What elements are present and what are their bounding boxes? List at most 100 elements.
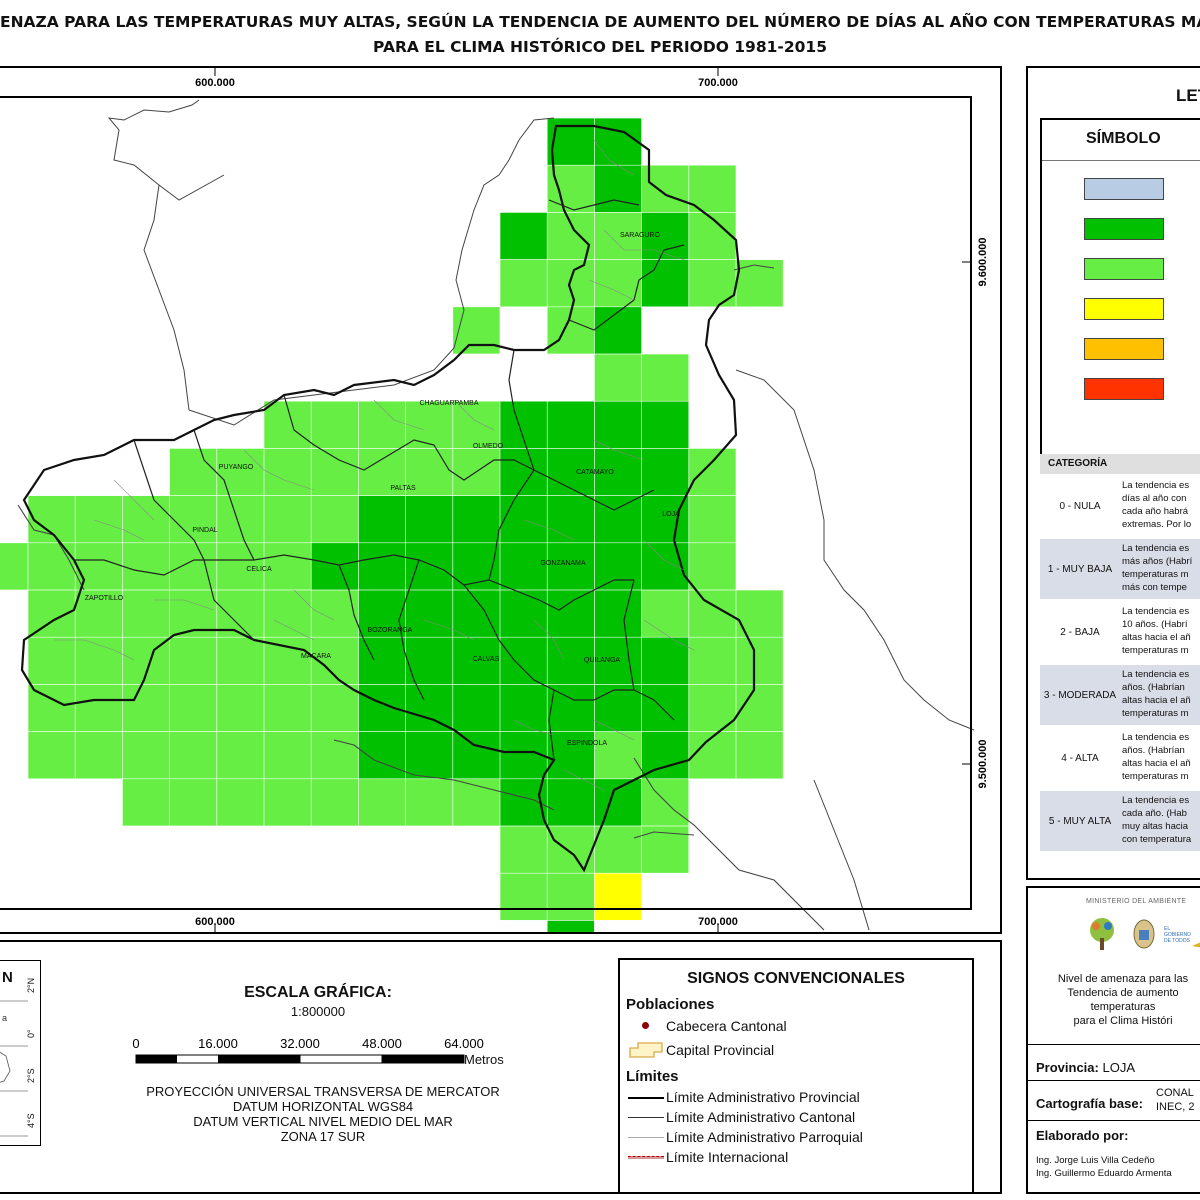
credits-description-line: Nivel de amenaza para las xyxy=(1057,973,1189,985)
hazard-cell xyxy=(736,731,784,779)
projection-info: PROYECCIÓN UNIVERSAL TRANSVERSA DE MERCA… xyxy=(98,1084,548,1144)
hazard-cell xyxy=(500,259,548,307)
category-description-line: más años (Habrí xyxy=(1122,556,1193,567)
hazard-cell xyxy=(547,920,595,968)
scale-unit: Metros xyxy=(464,1052,504,1067)
category-description-line: La tendencia es xyxy=(1122,606,1190,617)
hazard-cell xyxy=(75,637,123,685)
latitude-label: 4°S xyxy=(26,1113,36,1128)
credits-description-line: Tendencia de aumento xyxy=(1067,987,1179,999)
signs-limites: Límites xyxy=(626,1068,679,1085)
signs-cantonal: Límite Administrativo Cantonal xyxy=(666,1109,856,1125)
category-description-line: temperaturas m xyxy=(1122,771,1189,782)
hazard-cell xyxy=(547,731,595,779)
category-description-line: extremas. Por lo xyxy=(1122,519,1192,530)
ministry-name: MINISTERIO DEL AMBIENTE xyxy=(1086,898,1187,905)
title-line-2: PARA EL CLIMA HISTÓRICO DEL PERIODO 1981… xyxy=(373,38,827,56)
category-description-line: temperaturas m xyxy=(1122,645,1189,656)
scale-tick-label: 16.000 xyxy=(198,1036,238,1051)
hazard-cell xyxy=(736,637,784,685)
category-description-line: La tendencia es xyxy=(1122,480,1190,491)
hazard-cell xyxy=(264,590,312,638)
category-label: 5 - MUY ALTA xyxy=(1040,791,1120,851)
hazard-grid xyxy=(0,118,784,968)
hazard-cell xyxy=(641,590,689,638)
hazard-cell xyxy=(28,495,76,543)
hazard-cell xyxy=(641,259,689,307)
hazard-cell xyxy=(641,401,689,449)
map-panel: 600.000 600.000 700.000 700.000 9.600.000 9.5… xyxy=(0,66,1002,968)
legend-swatch xyxy=(1084,298,1164,320)
category-header: CATEGORÍA xyxy=(1040,454,1200,474)
category-label: 1 - MUY BAJA xyxy=(1040,539,1120,599)
hazard-cell xyxy=(547,826,595,874)
hazard-cell xyxy=(594,306,642,354)
hazard-cell xyxy=(500,401,548,449)
hazard-cell xyxy=(75,731,123,779)
hazard-cell xyxy=(311,590,359,638)
hazard-cell xyxy=(594,826,642,874)
place-label: MACARA xyxy=(301,653,331,660)
x-tick-label-bottom: 700.000 xyxy=(698,916,738,928)
hazard-cell xyxy=(358,731,406,779)
provincial-symbol xyxy=(628,1097,664,1099)
hazard-cell xyxy=(311,731,359,779)
legend-swatch xyxy=(1084,178,1164,200)
place-label: LOJA xyxy=(662,511,680,518)
hazard-cell xyxy=(122,495,170,543)
category-label: 0 - NULA xyxy=(1040,476,1120,536)
hazard-cell xyxy=(500,590,548,638)
hazard-cell xyxy=(216,495,264,543)
capital-symbol xyxy=(629,1042,663,1058)
x-tick-label-top: 600.000 xyxy=(195,77,235,89)
projection-line: DATUM HORIZONTAL WGS84 xyxy=(232,1099,414,1114)
projection-line: PROYECCIÓN UNIVERSAL TRANSVERSA DE MERCA… xyxy=(146,1084,500,1099)
hazard-cell xyxy=(688,637,736,685)
place-label: PALTAS xyxy=(390,485,416,492)
hazard-cell xyxy=(688,731,736,779)
cartografia-value: CONAL INEC, 2 xyxy=(1156,1086,1195,1114)
hazard-cell xyxy=(358,495,406,543)
hazard-cell xyxy=(500,495,548,543)
title-line-1: ENAZA PARA LAS TEMPERATURAS MUY ALTAS, S… xyxy=(0,13,1200,31)
legend-panel: LET SÍMBOLO CATEGORÍA0 - NULALa tendenci… xyxy=(1026,66,1200,880)
hazard-cell xyxy=(216,684,264,732)
gobierno-logo-icon: ELGOBIERNODE TODOS xyxy=(1164,926,1200,948)
hazard-cell xyxy=(500,873,548,921)
logos: ELGOBIERNODE TODOS xyxy=(1090,918,1200,950)
hazard-cell xyxy=(264,495,312,543)
hazard-cell xyxy=(122,778,170,826)
category-description-line: años. (Habrían xyxy=(1122,745,1185,756)
category-label: 3 - MODERADA xyxy=(1040,665,1120,725)
signs-title: SIGNOS CONVENCIONALES xyxy=(687,970,905,987)
legend-swatch xyxy=(1084,338,1164,360)
category-description: La tendencia es días al año con cada año h… xyxy=(1120,476,1200,536)
place-label: QUILANGA xyxy=(584,657,621,664)
hazard-cell xyxy=(264,778,312,826)
hazard-cell xyxy=(641,778,689,826)
category-description-line: La tendencia es xyxy=(1122,795,1190,806)
hazard-cell xyxy=(688,259,736,307)
hazard-cell xyxy=(547,259,595,307)
signs-poblaciones: Poblaciones xyxy=(626,996,715,1013)
place-label: ESPINDOLA xyxy=(567,740,607,747)
hazard-cell xyxy=(547,873,595,921)
credits-description-line: temperaturas xyxy=(1090,1001,1156,1013)
credits-panel: MINISTERIO DEL AMBIENTE EL GOBIERNO DE TOD… xyxy=(1026,886,1200,1194)
authors: Ing. Jorge Luis Villa Cedeño Ing. Guille… xyxy=(1036,1154,1172,1180)
hazard-cell xyxy=(169,684,217,732)
hazard-cell xyxy=(169,731,217,779)
hazard-cell xyxy=(75,684,123,732)
place-label: CELICA xyxy=(246,566,272,573)
legend-swatch xyxy=(1084,258,1164,280)
x-tick-label-bottom: 600.000 xyxy=(195,916,235,928)
hazard-cell xyxy=(594,401,642,449)
hazard-cell xyxy=(405,590,453,638)
hazard-cell xyxy=(311,542,359,590)
hazard-cell xyxy=(28,637,76,685)
hazard-cell xyxy=(594,778,642,826)
scale-heading: ESCALA GRÁFICA: xyxy=(244,984,392,1001)
tree-logo-icon xyxy=(1090,918,1114,950)
hazard-cell xyxy=(216,448,264,496)
hazard-map: 600.000 600.000 700.000 700.000 9.600.000 9.5… xyxy=(0,68,989,968)
